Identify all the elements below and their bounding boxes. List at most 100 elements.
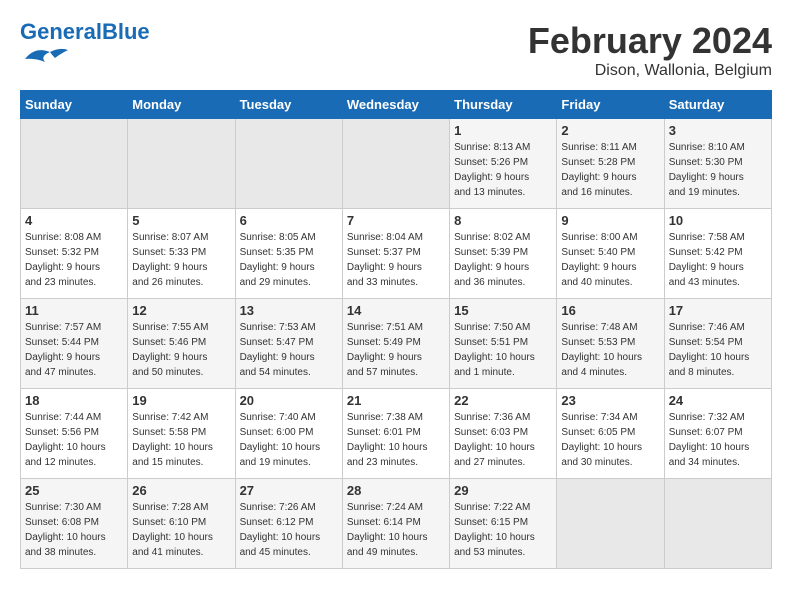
col-header-wednesday: Wednesday — [342, 91, 449, 119]
calendar-cell: 16Sunrise: 7:48 AM Sunset: 5:53 PM Dayli… — [557, 299, 664, 389]
day-info: Sunrise: 8:10 AM Sunset: 5:30 PM Dayligh… — [669, 140, 767, 200]
day-number: 29 — [454, 483, 552, 498]
calendar-cell: 12 Sunrise: 7:55 AM Sunset: 5:46 PM Dayli… — [128, 299, 235, 389]
title-area: February 2024 Dison, Wallonia, Belgium — [528, 20, 772, 80]
calendar-cell — [128, 119, 235, 209]
calendar-cell — [342, 119, 449, 209]
calendar-cell: 6 Sunrise: 8:05 AM Sunset: 5:35 PM Daylig… — [235, 209, 342, 299]
day-info: Sunrise: 7:38 AM Sunset: 6:01 PM Dayligh… — [347, 410, 445, 470]
day-number: 9 — [561, 213, 659, 228]
col-header-friday: Friday — [557, 91, 664, 119]
day-number: 15 — [454, 303, 552, 318]
day-number: 5 — [132, 213, 230, 228]
calendar-cell: 3 Sunrise: 8:10 AM Sunset: 5:30 PM Daylig… — [664, 119, 771, 209]
calendar-week-row: 1Sunrise: 8:13 AM Sunset: 5:26 PM Daylig… — [21, 119, 772, 209]
day-number: 14 — [347, 303, 445, 318]
day-info: Sunrise: 7:58 AM Sunset: 5:42 PM Dayligh… — [669, 230, 767, 290]
day-number: 6 — [240, 213, 338, 228]
day-info: Sunrise: 7:30 AM Sunset: 6:08 PM Dayligh… — [25, 500, 123, 560]
col-header-sunday: Sunday — [21, 91, 128, 119]
day-info: Sunrise: 7:36 AM Sunset: 6:03 PM Dayligh… — [454, 410, 552, 470]
day-info: Sunrise: 8:04 AM Sunset: 5:37 PM Dayligh… — [347, 230, 445, 290]
day-number: 2 — [561, 123, 659, 138]
calendar-cell: 11 Sunrise: 7:57 AM Sunset: 5:44 PM Dayli… — [21, 299, 128, 389]
calendar-cell: 22Sunrise: 7:36 AM Sunset: 6:03 PM Dayli… — [450, 389, 557, 479]
day-info: Sunrise: 7:32 AM Sunset: 6:07 PM Dayligh… — [669, 410, 767, 470]
calendar-cell: 28 Sunrise: 7:24 AM Sunset: 6:14 PM Dayli… — [342, 479, 449, 569]
location-subtitle: Dison, Wallonia, Belgium — [528, 62, 772, 80]
calendar-cell: 2 Sunrise: 8:11 AM Sunset: 5:28 PM Daylig… — [557, 119, 664, 209]
day-info: Sunrise: 7:42 AM Sunset: 5:58 PM Dayligh… — [132, 410, 230, 470]
calendar-cell: 27 Sunrise: 7:26 AM Sunset: 6:12 PM Dayli… — [235, 479, 342, 569]
day-number: 10 — [669, 213, 767, 228]
day-info: Sunrise: 7:28 AM Sunset: 6:10 PM Dayligh… — [132, 500, 230, 560]
calendar-cell: 13Sunrise: 7:53 AM Sunset: 5:47 PM Dayli… — [235, 299, 342, 389]
calendar-cell — [664, 479, 771, 569]
day-info: Sunrise: 8:02 AM Sunset: 5:39 PM Dayligh… — [454, 230, 552, 290]
day-info: Sunrise: 8:11 AM Sunset: 5:28 PM Dayligh… — [561, 140, 659, 200]
day-info: Sunrise: 7:34 AM Sunset: 6:05 PM Dayligh… — [561, 410, 659, 470]
calendar-cell: 10 Sunrise: 7:58 AM Sunset: 5:42 PM Dayli… — [664, 209, 771, 299]
day-number: 28 — [347, 483, 445, 498]
day-info: Sunrise: 7:51 AM Sunset: 5:49 PM Dayligh… — [347, 320, 445, 380]
logo-icon — [20, 44, 70, 64]
day-info: Sunrise: 7:44 AM Sunset: 5:56 PM Dayligh… — [25, 410, 123, 470]
day-info: Sunrise: 7:46 AM Sunset: 5:54 PM Dayligh… — [669, 320, 767, 380]
calendar-cell — [557, 479, 664, 569]
col-header-saturday: Saturday — [664, 91, 771, 119]
day-number: 27 — [240, 483, 338, 498]
calendar-cell: 5 Sunrise: 8:07 AM Sunset: 5:33 PM Daylig… — [128, 209, 235, 299]
day-info: Sunrise: 8:05 AM Sunset: 5:35 PM Dayligh… — [240, 230, 338, 290]
day-info: Sunrise: 7:53 AM Sunset: 5:47 PM Dayligh… — [240, 320, 338, 380]
calendar-cell: 18 Sunrise: 7:44 AM Sunset: 5:56 PM Dayli… — [21, 389, 128, 479]
day-number: 1 — [454, 123, 552, 138]
header: GeneralBlue February 2024 Dison, Walloni… — [20, 20, 772, 80]
logo-text: GeneralBlue — [20, 20, 150, 44]
calendar-week-row: 11 Sunrise: 7:57 AM Sunset: 5:44 PM Dayli… — [21, 299, 772, 389]
day-number: 25 — [25, 483, 123, 498]
calendar-cell: 8 Sunrise: 8:02 AM Sunset: 5:39 PM Daylig… — [450, 209, 557, 299]
calendar-header-row: SundayMondayTuesdayWednesdayThursdayFrid… — [21, 91, 772, 119]
logo-general: General — [20, 19, 102, 44]
calendar-cell: 15 Sunrise: 7:50 AM Sunset: 5:51 PM Dayli… — [450, 299, 557, 389]
day-info: Sunrise: 8:08 AM Sunset: 5:32 PM Dayligh… — [25, 230, 123, 290]
calendar-cell: 23 Sunrise: 7:34 AM Sunset: 6:05 PM Dayli… — [557, 389, 664, 479]
day-number: 12 — [132, 303, 230, 318]
day-number: 18 — [25, 393, 123, 408]
day-number: 16 — [561, 303, 659, 318]
calendar-cell: 29Sunrise: 7:22 AM Sunset: 6:15 PM Dayli… — [450, 479, 557, 569]
day-number: 7 — [347, 213, 445, 228]
calendar-cell: 4 Sunrise: 8:08 AM Sunset: 5:32 PM Daylig… — [21, 209, 128, 299]
calendar-cell: 1Sunrise: 8:13 AM Sunset: 5:26 PM Daylig… — [450, 119, 557, 209]
day-number: 3 — [669, 123, 767, 138]
day-number: 17 — [669, 303, 767, 318]
day-number: 4 — [25, 213, 123, 228]
day-number: 8 — [454, 213, 552, 228]
day-number: 11 — [25, 303, 123, 318]
calendar-cell: 7 Sunrise: 8:04 AM Sunset: 5:37 PM Daylig… — [342, 209, 449, 299]
day-info: Sunrise: 7:57 AM Sunset: 5:44 PM Dayligh… — [25, 320, 123, 380]
day-info: Sunrise: 7:40 AM Sunset: 6:00 PM Dayligh… — [240, 410, 338, 470]
calendar-cell: 19 Sunrise: 7:42 AM Sunset: 5:58 PM Dayli… — [128, 389, 235, 479]
calendar-cell — [235, 119, 342, 209]
calendar-cell: 25 Sunrise: 7:30 AM Sunset: 6:08 PM Dayli… — [21, 479, 128, 569]
calendar-week-row: 25 Sunrise: 7:30 AM Sunset: 6:08 PM Dayli… — [21, 479, 772, 569]
calendar-week-row: 4 Sunrise: 8:08 AM Sunset: 5:32 PM Daylig… — [21, 209, 772, 299]
day-info: Sunrise: 7:50 AM Sunset: 5:51 PM Dayligh… — [454, 320, 552, 380]
day-number: 21 — [347, 393, 445, 408]
calendar-cell: 17 Sunrise: 7:46 AM Sunset: 5:54 PM Dayli… — [664, 299, 771, 389]
logo-blue: Blue — [102, 19, 150, 44]
calendar-cell — [21, 119, 128, 209]
day-number: 23 — [561, 393, 659, 408]
day-info: Sunrise: 7:24 AM Sunset: 6:14 PM Dayligh… — [347, 500, 445, 560]
day-info: Sunrise: 7:26 AM Sunset: 6:12 PM Dayligh… — [240, 500, 338, 560]
calendar-cell: 14 Sunrise: 7:51 AM Sunset: 5:49 PM Dayli… — [342, 299, 449, 389]
calendar-cell: 21 Sunrise: 7:38 AM Sunset: 6:01 PM Dayli… — [342, 389, 449, 479]
month-year-title: February 2024 — [528, 20, 772, 62]
day-info: Sunrise: 7:55 AM Sunset: 5:46 PM Dayligh… — [132, 320, 230, 380]
day-number: 20 — [240, 393, 338, 408]
day-number: 19 — [132, 393, 230, 408]
day-info: Sunrise: 8:00 AM Sunset: 5:40 PM Dayligh… — [561, 230, 659, 290]
col-header-thursday: Thursday — [450, 91, 557, 119]
day-info: Sunrise: 8:07 AM Sunset: 5:33 PM Dayligh… — [132, 230, 230, 290]
